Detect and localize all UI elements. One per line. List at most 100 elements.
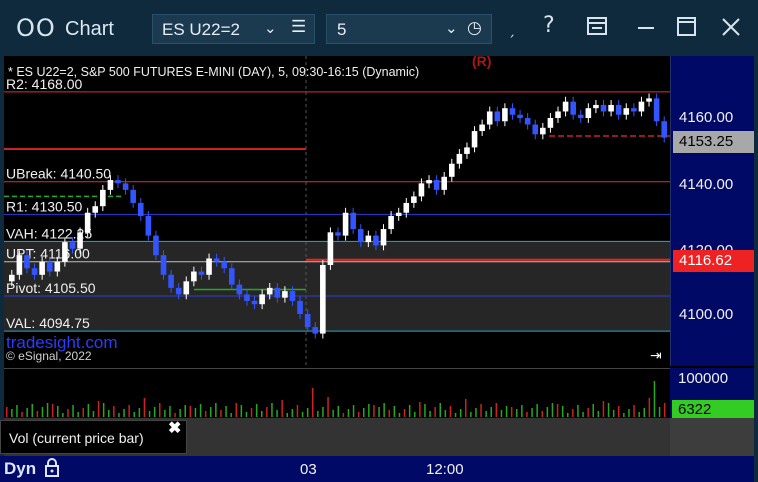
volume-bar [490, 407, 492, 417]
candle-body [524, 118, 531, 125]
volume-bar [628, 409, 630, 417]
volume-bar [633, 405, 635, 417]
minimize-icon[interactable] [636, 16, 658, 38]
candle-body [486, 111, 493, 125]
volume-bar [225, 406, 227, 417]
volume-bar [597, 411, 600, 417]
candle-body [532, 124, 539, 135]
candle-body [570, 101, 576, 115]
volume-bar [373, 405, 375, 417]
volume-bar [429, 411, 431, 417]
interval-selector[interactable]: 5 ⌄ ◷ [326, 14, 492, 44]
candle-body [418, 183, 425, 197]
volume-bar [250, 408, 253, 417]
candle-body [145, 216, 152, 236]
candle-body [411, 196, 417, 203]
volume-bar [240, 405, 243, 417]
candle-body [251, 300, 258, 305]
volume-bar [291, 409, 294, 417]
volume-bar [67, 409, 69, 417]
price-tick: 4140.00 [679, 176, 734, 193]
maximize-icon[interactable] [676, 16, 698, 38]
candle-body [175, 287, 182, 295]
candle-body [168, 274, 174, 288]
clock-icon[interactable]: ◷ [467, 18, 482, 38]
study-label: Vol (current price bar) [9, 430, 144, 446]
volume-bar [352, 405, 355, 417]
chevron-down-icon[interactable]: ⌄ [445, 19, 458, 37]
lock-icon[interactable] [44, 458, 60, 478]
volume-bar [174, 413, 176, 417]
volume-bar [485, 411, 487, 417]
window-titlebar: OO Chart ES U22=2 ⌄ ☰ 5 ⌄ ◷ ˏ ? [0, 0, 758, 56]
scroll-right-icon[interactable]: ⇥ [650, 348, 662, 364]
level-label: Pivot: 4105.50 [6, 280, 96, 296]
symbol-selector[interactable]: ES U22=2 ⌄ ☰ [152, 14, 315, 44]
volume-bar [11, 409, 13, 417]
symbol-value[interactable]: ES U22=2 [162, 20, 240, 40]
candle-body [9, 274, 15, 282]
candle-body [661, 121, 667, 138]
candle-body [107, 180, 114, 190]
layout-icon[interactable] [586, 16, 608, 38]
volume-bar [261, 411, 263, 417]
price-tick: 4100.00 [679, 306, 734, 323]
volume-bar [602, 401, 605, 417]
price-axis[interactable]: 4160.00 4140.00 4120.00 4100.00 4153.25 … [670, 56, 758, 366]
candle-body [600, 104, 607, 112]
level-label: VAL: 4094.75 [6, 315, 90, 331]
volume-bar [357, 412, 360, 417]
candle-body [274, 287, 281, 298]
volume-bar [72, 405, 74, 417]
volume-bar [169, 406, 171, 417]
volume-bar [210, 407, 212, 417]
volume-bar [271, 403, 273, 417]
candle-body [282, 291, 288, 298]
candlestick-plot[interactable]: R2: 4168.00UBreak: 4140.50R1: 4130.50VAH… [4, 53, 670, 366]
volume-bar [378, 407, 380, 417]
volume-bar [516, 409, 518, 417]
candle-body [137, 202, 144, 216]
volume-bar [327, 397, 329, 417]
price-chart[interactable]: R2: 4168.00 UBreak: 4140.50 R1: 4130.50 VAH… [4, 53, 670, 366]
candle-body [266, 287, 273, 295]
volume-bar [199, 404, 202, 417]
close-study-icon[interactable]: ✖ [168, 418, 181, 438]
candle-body [357, 229, 364, 243]
level-label: UBreak: 4140.50 [6, 166, 111, 182]
volume-bar [215, 403, 217, 417]
candle-body [433, 180, 440, 190]
cursor-icon[interactable]: ˏ [508, 22, 515, 38]
volume-bar [118, 413, 120, 417]
candle-body [327, 232, 334, 265]
volume-panel[interactable] [4, 368, 670, 418]
candle-body [130, 189, 136, 203]
volume-bar [439, 403, 441, 417]
candle-body [46, 261, 53, 272]
dynamic-mode-label[interactable]: Dyn [4, 459, 36, 479]
time-axis[interactable]: Dyn 03 12:00 [0, 456, 758, 482]
volume-bar [368, 404, 370, 417]
volume-bar [653, 381, 656, 417]
study-label-box[interactable]: Vol (current price bar) [0, 420, 187, 454]
volume-bar [255, 404, 258, 417]
candle-body [653, 98, 660, 122]
volume-bar [281, 400, 283, 417]
candle-body [638, 101, 645, 112]
volume-bar [204, 411, 207, 417]
volume-bar [26, 408, 28, 417]
chevron-down-icon[interactable]: ⌄ [264, 19, 277, 37]
volume-bar [317, 411, 319, 417]
volume-bar [424, 404, 426, 417]
candle-body [631, 108, 637, 112]
close-icon[interactable] [720, 16, 742, 38]
menu-icon[interactable]: ☰ [291, 17, 306, 37]
interval-value[interactable]: 5 [337, 20, 346, 40]
volume-bar [332, 410, 334, 417]
candle-body [471, 131, 478, 148]
help-icon[interactable]: ? [543, 13, 555, 38]
candle-body [449, 163, 455, 177]
volume-bar [138, 408, 141, 417]
candle-body [244, 294, 250, 301]
volume-bar [153, 407, 156, 417]
